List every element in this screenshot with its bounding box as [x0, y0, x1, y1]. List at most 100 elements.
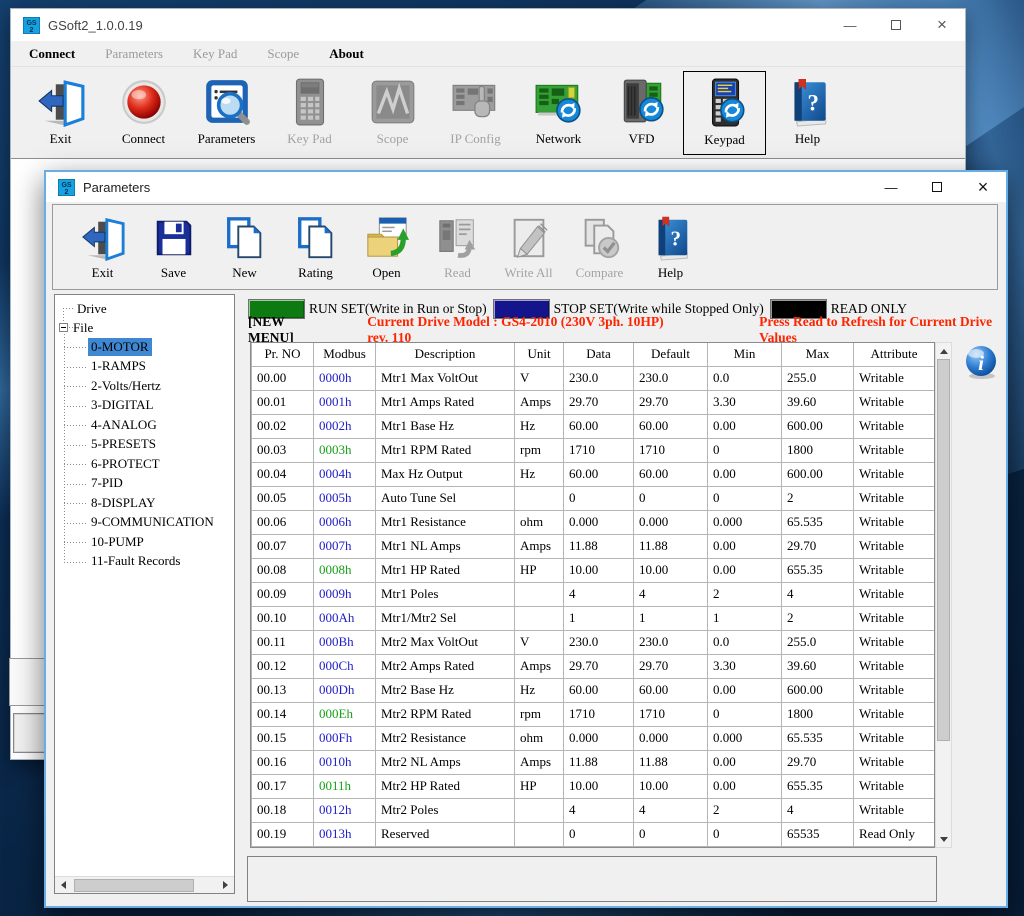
- table-cell: 10.00: [564, 558, 634, 582]
- tree-item-drive[interactable]: Drive: [55, 299, 234, 318]
- col-description[interactable]: Description: [376, 343, 515, 366]
- table-row[interactable]: 00.080008hMtr1 HP RatedHP10.0010.000.006…: [252, 558, 935, 582]
- close-button[interactable]: ×: [919, 9, 965, 41]
- open-button[interactable]: Open: [351, 209, 422, 287]
- menu-key-pad[interactable]: Key Pad: [193, 46, 237, 62]
- table-row[interactable]: 00.060006hMtr1 Resistanceohm0.0000.0000.…: [252, 510, 935, 534]
- table-row[interactable]: 00.010001hMtr1 Amps RatedAmps29.7029.703…: [252, 390, 935, 414]
- parameters-button[interactable]: Parameters: [185, 71, 268, 155]
- scope-button[interactable]: Scope: [351, 71, 434, 155]
- tree-item[interactable]: 2-Volts/Hertz: [55, 376, 234, 396]
- ip-config-button[interactable]: IP Config: [434, 71, 517, 155]
- menu-connect[interactable]: Connect: [29, 46, 75, 62]
- table-row[interactable]: 00.070007hMtr1 NL AmpsAmps11.8811.880.00…: [252, 534, 935, 558]
- param-titlebar[interactable]: GS 2 Parameters — ×: [46, 172, 1006, 202]
- table-cell: 0: [634, 486, 708, 510]
- collapse-icon[interactable]: [59, 323, 68, 332]
- tree-item[interactable]: 9-COMMUNICATION: [55, 513, 234, 533]
- table-row[interactable]: 00.180012hMtr2 Poles4424Writable: [252, 798, 935, 822]
- tree-item[interactable]: 0-MOTOR: [55, 337, 234, 357]
- table-cell: Writable: [854, 390, 935, 414]
- table-row[interactable]: 00.050005hAuto Tune Sel0002Writable: [252, 486, 935, 510]
- table-row[interactable]: 00.030003hMtr1 RPM Ratedrpm1710171001800…: [252, 438, 935, 462]
- table-row[interactable]: 00.15000FhMtr2 Resistanceohm0.0000.0000.…: [252, 726, 935, 750]
- col-pr-no[interactable]: Pr. NO: [252, 343, 314, 366]
- table-row[interactable]: 00.090009hMtr1 Poles4424Writable: [252, 582, 935, 606]
- table-cell: 655.35: [782, 558, 854, 582]
- maximize-button[interactable]: [914, 172, 960, 202]
- scroll-up-icon[interactable]: [936, 343, 951, 359]
- rating-button[interactable]: Rating: [280, 209, 351, 287]
- table-row[interactable]: 00.020002hMtr1 Base HzHz60.0060.000.0060…: [252, 414, 935, 438]
- exit-button[interactable]: Exit: [67, 209, 138, 287]
- vfd-refresh-icon: [617, 74, 667, 130]
- description-box: [247, 856, 937, 902]
- col-attribute[interactable]: Attribute: [854, 343, 935, 366]
- main-titlebar[interactable]: GS 2 GSoft2_1.0.0.19 — ×: [11, 9, 965, 41]
- tree-item-file[interactable]: File: [55, 318, 234, 337]
- help-button[interactable]: Help: [635, 209, 706, 287]
- tree-item[interactable]: 8-DISPLAY: [55, 493, 234, 513]
- scroll-down-icon[interactable]: [936, 831, 951, 847]
- table-cell: Writable: [854, 630, 935, 654]
- tree-item[interactable]: 11-Fault Records: [55, 552, 234, 572]
- table-cell: 29.70: [564, 654, 634, 678]
- save-button[interactable]: Save: [138, 209, 209, 287]
- col-max[interactable]: Max: [782, 343, 854, 366]
- compare-button[interactable]: Compare: [564, 209, 635, 287]
- table-row[interactable]: 00.160010hMtr2 NL AmpsAmps11.8811.880.00…: [252, 750, 935, 774]
- menu-parameters[interactable]: Parameters: [105, 46, 163, 62]
- table-row[interactable]: 00.11000BhMtr2 Max VoltOutV230.0230.00.0…: [252, 630, 935, 654]
- col-unit[interactable]: Unit: [515, 343, 564, 366]
- tree-item[interactable]: 5-PRESETS: [55, 435, 234, 455]
- close-button[interactable]: ×: [960, 172, 1006, 202]
- key-pad-button[interactable]: Key Pad: [268, 71, 351, 155]
- svg-text:2: 2: [65, 189, 69, 196]
- help-button[interactable]: Help: [766, 71, 849, 155]
- table-row[interactable]: 00.040004hMax Hz OutputHz60.0060.000.006…: [252, 462, 935, 486]
- desktop: GS 2 GSoft2_1.0.0.19 — × Connect Paramet…: [0, 0, 1024, 916]
- keypad-button[interactable]: Keypad: [683, 71, 766, 155]
- scrollbar-thumb[interactable]: [937, 359, 950, 741]
- read-button[interactable]: Read: [422, 209, 493, 287]
- col-modbus[interactable]: Modbus: [314, 343, 376, 366]
- write-all-button[interactable]: Write All: [493, 209, 564, 287]
- connect-button[interactable]: Connect: [102, 71, 185, 155]
- minimize-button[interactable]: —: [868, 172, 914, 202]
- table-cell: 00.19: [252, 822, 314, 846]
- table-row[interactable]: 00.190013hReserved00065535Read Only: [252, 822, 935, 846]
- table-vertical-scrollbar[interactable]: [935, 342, 952, 848]
- maximize-button[interactable]: [873, 9, 919, 41]
- table-cell: 0.000: [564, 510, 634, 534]
- table-cell: 00.14: [252, 702, 314, 726]
- col-default[interactable]: Default: [634, 343, 708, 366]
- tree-item[interactable]: 3-DIGITAL: [55, 396, 234, 416]
- table-cell: 00.16: [252, 750, 314, 774]
- info-icon[interactable]: i: [963, 344, 999, 380]
- exit-button[interactable]: Exit: [19, 71, 102, 155]
- network-button[interactable]: Network: [517, 71, 600, 155]
- table-cell: Mtr2 Amps Rated: [376, 654, 515, 678]
- table-row[interactable]: 00.12000ChMtr2 Amps RatedAmps29.7029.703…: [252, 654, 935, 678]
- table-row[interactable]: 00.14000EhMtr2 RPM Ratedrpm1710171001800…: [252, 702, 935, 726]
- tree-item[interactable]: 1-RAMPS: [55, 357, 234, 377]
- menu-scope[interactable]: Scope: [267, 46, 299, 62]
- col-min[interactable]: Min: [708, 343, 782, 366]
- scroll-right-icon[interactable]: [217, 877, 234, 894]
- menu-about[interactable]: About: [329, 46, 364, 62]
- scrollbar-thumb[interactable]: [74, 879, 194, 892]
- tree-horizontal-scrollbar[interactable]: [55, 876, 234, 893]
- tree-item[interactable]: 10-PUMP: [55, 532, 234, 552]
- col-data[interactable]: Data: [564, 343, 634, 366]
- tree-item[interactable]: 7-PID: [55, 474, 234, 494]
- table-row[interactable]: 00.13000DhMtr2 Base HzHz60.0060.000.0060…: [252, 678, 935, 702]
- table-row[interactable]: 00.170011hMtr2 HP RatedHP10.0010.000.006…: [252, 774, 935, 798]
- scroll-left-icon[interactable]: [55, 877, 72, 894]
- tree-item[interactable]: 4-ANALOG: [55, 415, 234, 435]
- vfd-button[interactable]: VFD: [600, 71, 683, 155]
- tree-item[interactable]: 6-PROTECT: [55, 454, 234, 474]
- table-row[interactable]: 00.10000AhMtr1/Mtr2 Sel1112Writable: [252, 606, 935, 630]
- minimize-button[interactable]: —: [827, 9, 873, 41]
- table-row[interactable]: 00.000000hMtr1 Max VoltOutV230.0230.00.0…: [252, 366, 935, 390]
- new-button[interactable]: New: [209, 209, 280, 287]
